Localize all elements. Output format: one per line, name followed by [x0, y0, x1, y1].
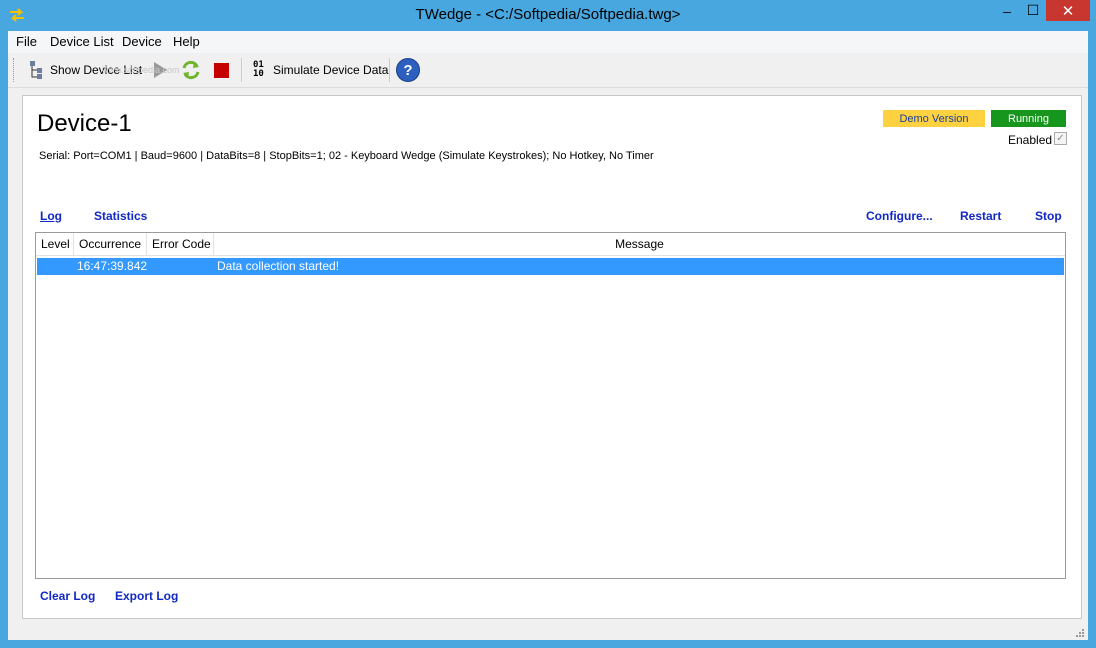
close-button[interactable]: ✕ [1046, 0, 1090, 21]
cell-occurrence: 16:47:39.842 [77, 259, 148, 273]
minimize-button[interactable]: ‒ [994, 0, 1020, 21]
app-window: TWedge - <C:/Softpedia/Softpedia.twg> ‒ … [0, 0, 1096, 648]
client-area: File Device List Device Help Show Device… [8, 31, 1088, 640]
stop-icon [214, 62, 229, 78]
maximize-button[interactable]: ☐ [1020, 0, 1046, 21]
column-header-error-code[interactable]: Error Code [147, 233, 214, 255]
simulate-device-data-button[interactable]: 01 10 Simulate Device Data [253, 57, 388, 83]
table-row[interactable]: 16:47:39.842 Data collection started! [37, 258, 1064, 275]
window-title: TWedge - <C:/Softpedia/Softpedia.twg> [415, 6, 681, 23]
column-header-level[interactable]: Level [36, 233, 74, 255]
restart-toolbar-button[interactable] [181, 57, 201, 83]
menu-help[interactable]: Help [173, 34, 200, 49]
softpedia-watermark: www.softpedia.com [102, 65, 180, 75]
toolbar-grip[interactable] [13, 58, 17, 82]
tab-log[interactable]: Log [40, 209, 62, 223]
menu-bar: File Device List Device Help [8, 31, 1088, 53]
enabled-label: Enabled [1008, 133, 1053, 147]
device-name: Device-1 [37, 110, 132, 137]
log-table-header: Level Occurrence Error Code Message [36, 233, 1065, 256]
menu-file[interactable]: File [16, 34, 37, 49]
device-tree-icon [30, 61, 42, 79]
stop-toolbar-button[interactable] [213, 57, 230, 83]
toolbar-separator [389, 58, 390, 82]
enabled-checkbox[interactable]: ✓ [1054, 132, 1067, 145]
device-panel: Device-1 Serial: Port=COM1 | Baud=9600 |… [22, 95, 1082, 619]
help-button[interactable]: ? [396, 57, 420, 83]
export-log-link[interactable]: Export Log [115, 589, 178, 603]
log-table[interactable]: Level Occurrence Error Code Message 16:4… [35, 232, 1066, 579]
stop-link[interactable]: Stop [1035, 209, 1062, 223]
binary-icon-bottom: 10 [253, 69, 264, 79]
title-bar[interactable]: TWedge - <C:/Softpedia/Softpedia.twg> ‒ … [0, 0, 1096, 31]
binary-icon: 01 10 [253, 61, 269, 79]
demo-version-badge: Demo Version [883, 110, 985, 127]
resize-grip-icon[interactable] [1074, 627, 1084, 637]
tab-statistics[interactable]: Statistics [94, 209, 147, 223]
restart-link[interactable]: Restart [960, 209, 1001, 223]
simulate-device-data-label: Simulate Device Data [273, 63, 389, 77]
configure-link[interactable]: Configure... [866, 209, 933, 223]
help-glyph: ? [403, 61, 413, 79]
status-badge: Running [991, 110, 1066, 127]
column-header-message[interactable]: Message [214, 233, 1065, 255]
menu-device[interactable]: Device [122, 34, 162, 49]
toolbar-separator [241, 58, 242, 82]
clear-log-link[interactable]: Clear Log [40, 589, 95, 603]
menu-device-list[interactable]: Device List [50, 34, 114, 49]
refresh-icon [182, 60, 200, 80]
device-connection-info: Serial: Port=COM1 | Baud=9600 | DataBits… [39, 150, 654, 162]
column-header-occurrence[interactable]: Occurrence [74, 233, 147, 255]
cell-message: Data collection started! [217, 259, 340, 273]
help-icon: ? [396, 58, 420, 82]
